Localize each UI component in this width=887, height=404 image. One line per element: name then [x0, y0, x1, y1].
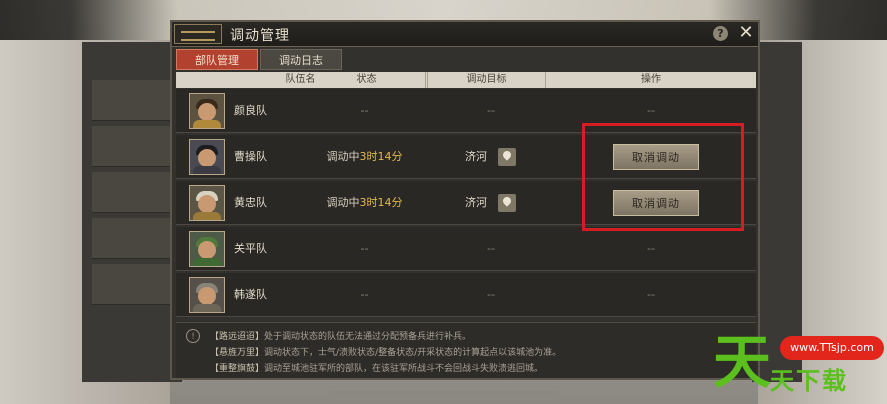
tab-troop-management[interactable]: 部队管理: [176, 49, 258, 70]
team-name: 黄忠队: [234, 196, 267, 209]
background-side-tab: [92, 218, 170, 259]
general-avatar-huangzhong: [189, 185, 225, 221]
background-side-tab: [92, 264, 170, 305]
info-icon: !: [186, 329, 200, 343]
note-text: 调动至城池驻军所的部队，在该驻军所战斗不会回战斗失败溃逃回城。: [264, 364, 544, 374]
note-item: 【路远迢迢】处于调动状态的队伍无法通过分配预备兵进行补兵。: [210, 329, 471, 342]
table-row-hansui: 韩遂队 -- -- --: [176, 273, 756, 317]
watermark-logo-character: 天: [712, 328, 771, 396]
team-status: --: [360, 242, 369, 255]
title-ornament-icon: [174, 24, 222, 44]
team-action: --: [647, 288, 655, 301]
background-side-tab: [92, 126, 170, 167]
general-avatar-hansui: [189, 277, 225, 313]
help-icon[interactable]: ?: [713, 26, 728, 41]
background-side-tab: [92, 80, 170, 121]
team-name: 曹操队: [234, 150, 267, 163]
watermark-text: 天下载: [770, 367, 848, 395]
team-status: --: [360, 288, 369, 301]
close-icon[interactable]: ✕: [737, 23, 755, 43]
team-target: --: [487, 242, 495, 255]
team-name: 颜良队: [234, 104, 267, 117]
annotation-highlight-box: [582, 123, 744, 231]
column-header-action: 操作: [641, 74, 661, 85]
table-row-guanping: 关平队 -- -- --: [176, 227, 756, 271]
note-text: 处于调动状态的队伍无法通过分配预备兵进行补兵。: [264, 332, 472, 342]
tab-dispatch-log[interactable]: 调动日志: [260, 49, 342, 70]
team-status: 调动中3时14分: [307, 135, 422, 179]
status-remaining-time: 3时14分: [359, 196, 403, 209]
column-header-target: 调动目标: [428, 72, 546, 88]
bottom-scrollbar[interactable]: [330, 391, 558, 395]
team-action: --: [647, 242, 655, 255]
location-pin-icon[interactable]: [498, 148, 516, 166]
team-name: 韩遂队: [234, 288, 267, 301]
team-target: --: [487, 104, 495, 117]
note-item: 【悬旌万里】调动状态下，士气/溃败状态/整备状态/开采状态的计算起点以该城池为准…: [210, 345, 561, 358]
table-header: 队伍名 状态 调动目标 操作: [176, 72, 756, 88]
status-text: 调动中: [326, 150, 360, 163]
status-remaining-time: 3时14分: [359, 150, 403, 163]
team-status: 调动中3时14分: [307, 181, 422, 225]
note-key: 【路远迢迢】: [210, 332, 265, 342]
team-target: --: [487, 288, 495, 301]
note-key: 【重整旗鼓】: [210, 364, 265, 374]
note-item: 【重整旗鼓】调动至城池驻军所的部队，在该驻军所战斗不会回战斗失败溃逃回城。: [210, 361, 543, 374]
note-key: 【悬旌万里】: [210, 348, 265, 358]
team-status: --: [360, 104, 369, 117]
note-text: 调动状态下，士气/溃败状态/整备状态/开采状态的计算起点以该城池为准。: [264, 348, 562, 358]
general-avatar-guanping: [189, 231, 225, 267]
location-pin-icon[interactable]: [498, 194, 516, 212]
team-name: 关平队: [234, 242, 267, 255]
dialog-titlebar: 调动管理 ? ✕: [172, 22, 758, 47]
column-header-status: 状态: [306, 72, 428, 88]
rules-notes: ! 【路远迢迢】处于调动状态的队伍无法通过分配预备兵进行补兵。 【悬旌万里】调动…: [176, 322, 756, 378]
status-text: 调动中: [326, 196, 360, 209]
dialog-title: 调动管理: [230, 28, 290, 44]
general-avatar-yanliang: [189, 93, 225, 129]
general-avatar-caocao: [189, 139, 225, 175]
background-side-tab: [92, 172, 170, 213]
watermark-url: www.TTsjp.com: [780, 336, 884, 360]
